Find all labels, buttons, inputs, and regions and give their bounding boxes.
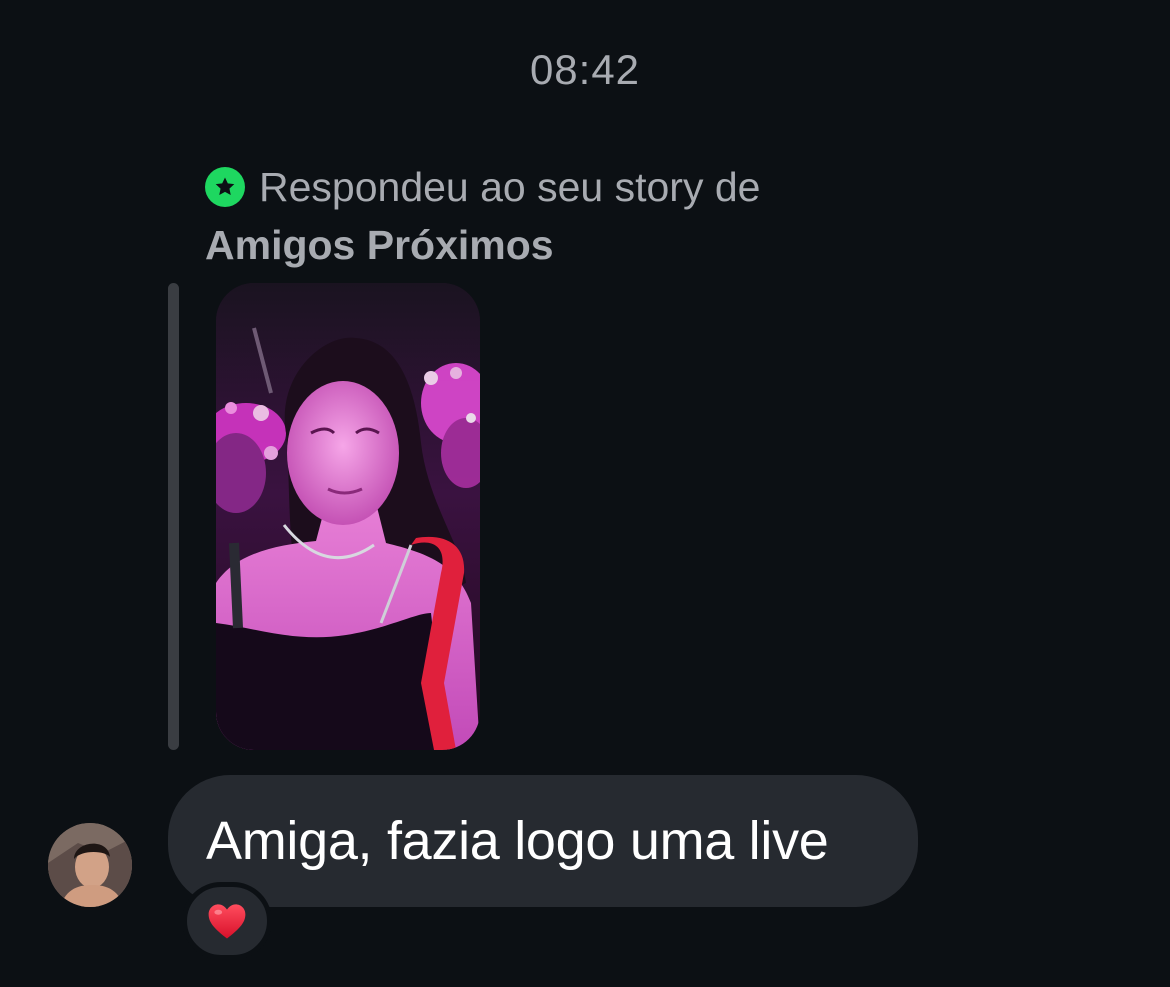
story-reply-label: Respondeu ao seu story de — [259, 164, 761, 210]
message-text: Amiga, fazia logo uma live — [206, 811, 829, 871]
story-reply-header: Respondeu ao seu story de Amigos Próximo… — [205, 158, 760, 274]
message-timestamp: 08:42 — [529, 46, 641, 93]
red-heart-icon — [208, 904, 246, 939]
sender-avatar[interactable] — [48, 823, 132, 907]
story-reply-label-row: Respondeu ao seu story de — [205, 158, 760, 216]
story-reply-audience: Amigos Próximos — [205, 222, 554, 268]
story-thumbnail[interactable] — [216, 283, 480, 750]
message-bubble[interactable]: Amiga, fazia logo uma live — [168, 775, 918, 907]
reaction-badge[interactable] — [182, 882, 272, 960]
dm-thread: 08:42 Respondeu ao seu story de Amigos P… — [0, 0, 1170, 987]
close-friends-star-icon — [205, 167, 245, 207]
reply-quote-bar — [168, 283, 179, 750]
